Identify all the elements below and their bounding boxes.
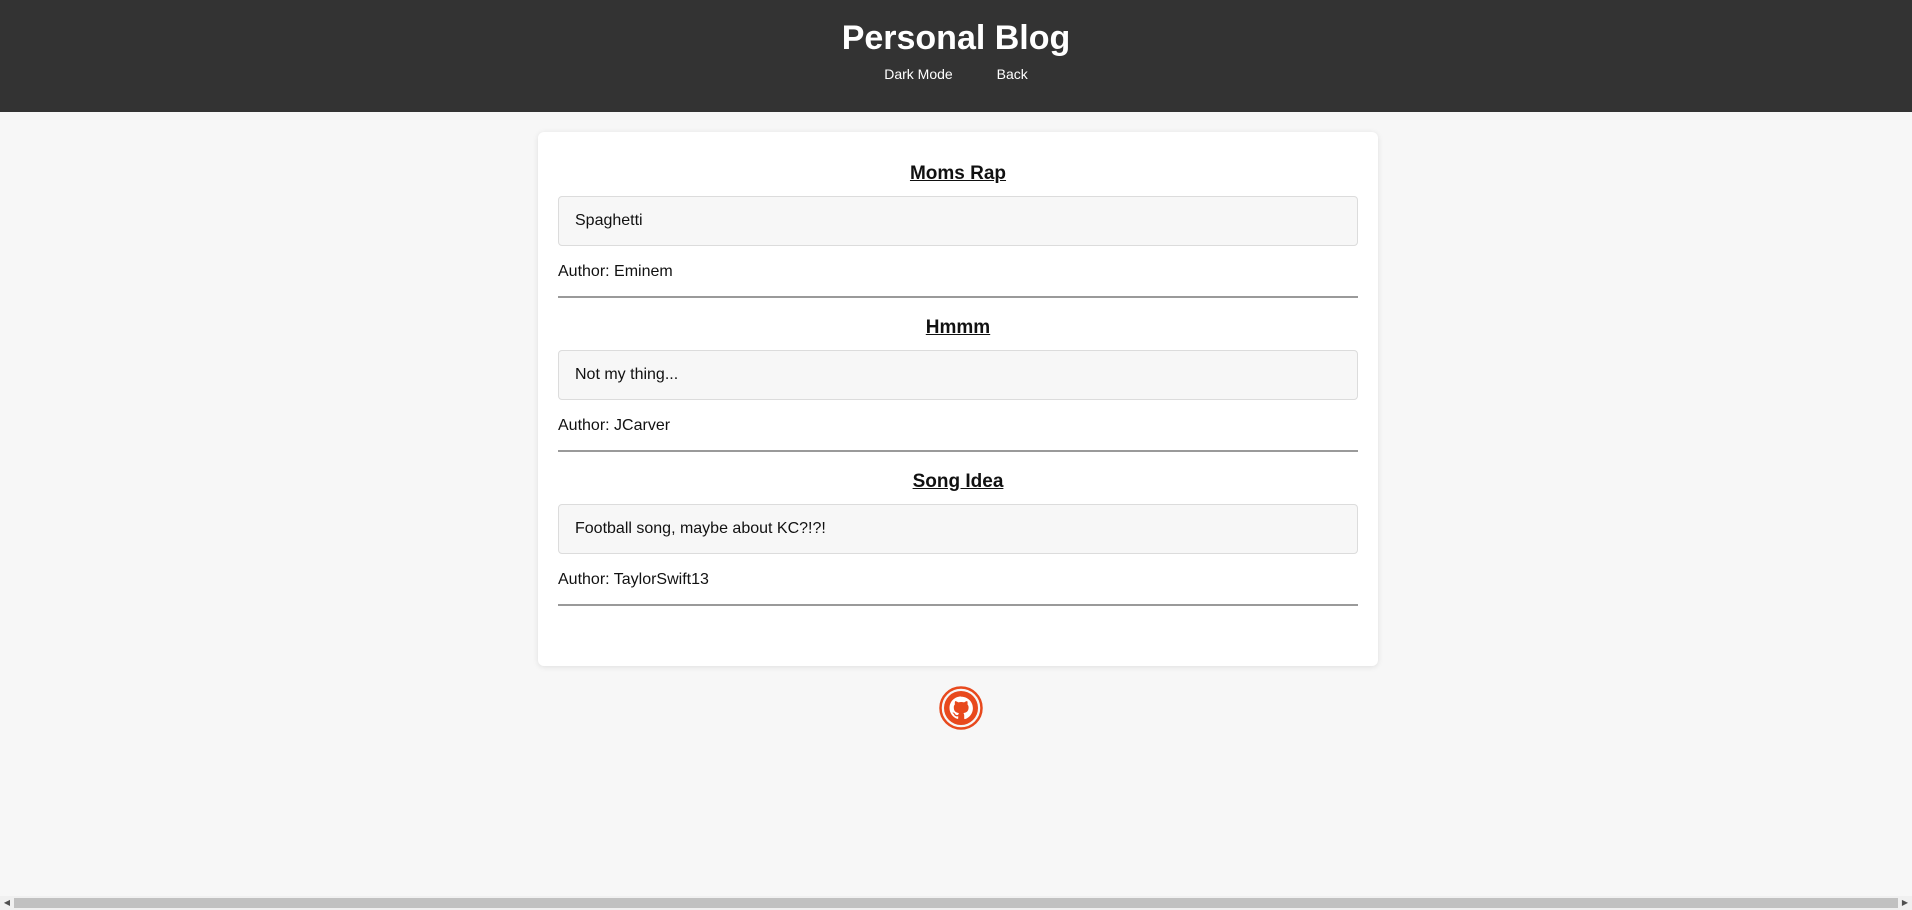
header-nav: Dark Mode Back xyxy=(0,65,1912,83)
github-link[interactable] xyxy=(939,686,983,730)
post-item: Moms Rap Spaghetti Author: Eminem xyxy=(558,162,1358,298)
scroll-left-arrow-icon[interactable]: ◀ xyxy=(0,896,14,910)
post-body: Not my thing... xyxy=(558,350,1358,400)
post-item: Song Idea Football song, maybe about KC?… xyxy=(558,470,1358,606)
post-title[interactable]: Song Idea xyxy=(558,470,1358,494)
post-body: Football song, maybe about KC?!?! xyxy=(558,504,1358,554)
post-title[interactable]: Moms Rap xyxy=(558,162,1358,186)
scrollbar-thumb[interactable] xyxy=(14,898,1898,908)
dark-mode-button[interactable]: Dark Mode xyxy=(884,65,952,83)
post-title[interactable]: Hmmm xyxy=(558,316,1358,340)
post-body: Spaghetti xyxy=(558,196,1358,246)
posts-card: Moms Rap Spaghetti Author: Eminem Hmmm N… xyxy=(538,132,1378,666)
github-icon xyxy=(939,686,983,730)
back-link[interactable]: Back xyxy=(997,65,1028,83)
horizontal-scrollbar[interactable]: ◀ ▶ xyxy=(0,896,1912,910)
post-author: Author: Eminem xyxy=(558,263,673,280)
scroll-right-arrow-icon[interactable]: ▶ xyxy=(1898,896,1912,910)
site-header: Personal Blog Dark Mode Back xyxy=(0,0,1912,112)
post-author: Author: TaylorSwift13 xyxy=(558,571,709,588)
site-title: Personal Blog xyxy=(841,19,1071,57)
post-author: Author: JCarver xyxy=(558,417,671,434)
post-item: Hmmm Not my thing... Author: JCarver xyxy=(558,316,1358,452)
